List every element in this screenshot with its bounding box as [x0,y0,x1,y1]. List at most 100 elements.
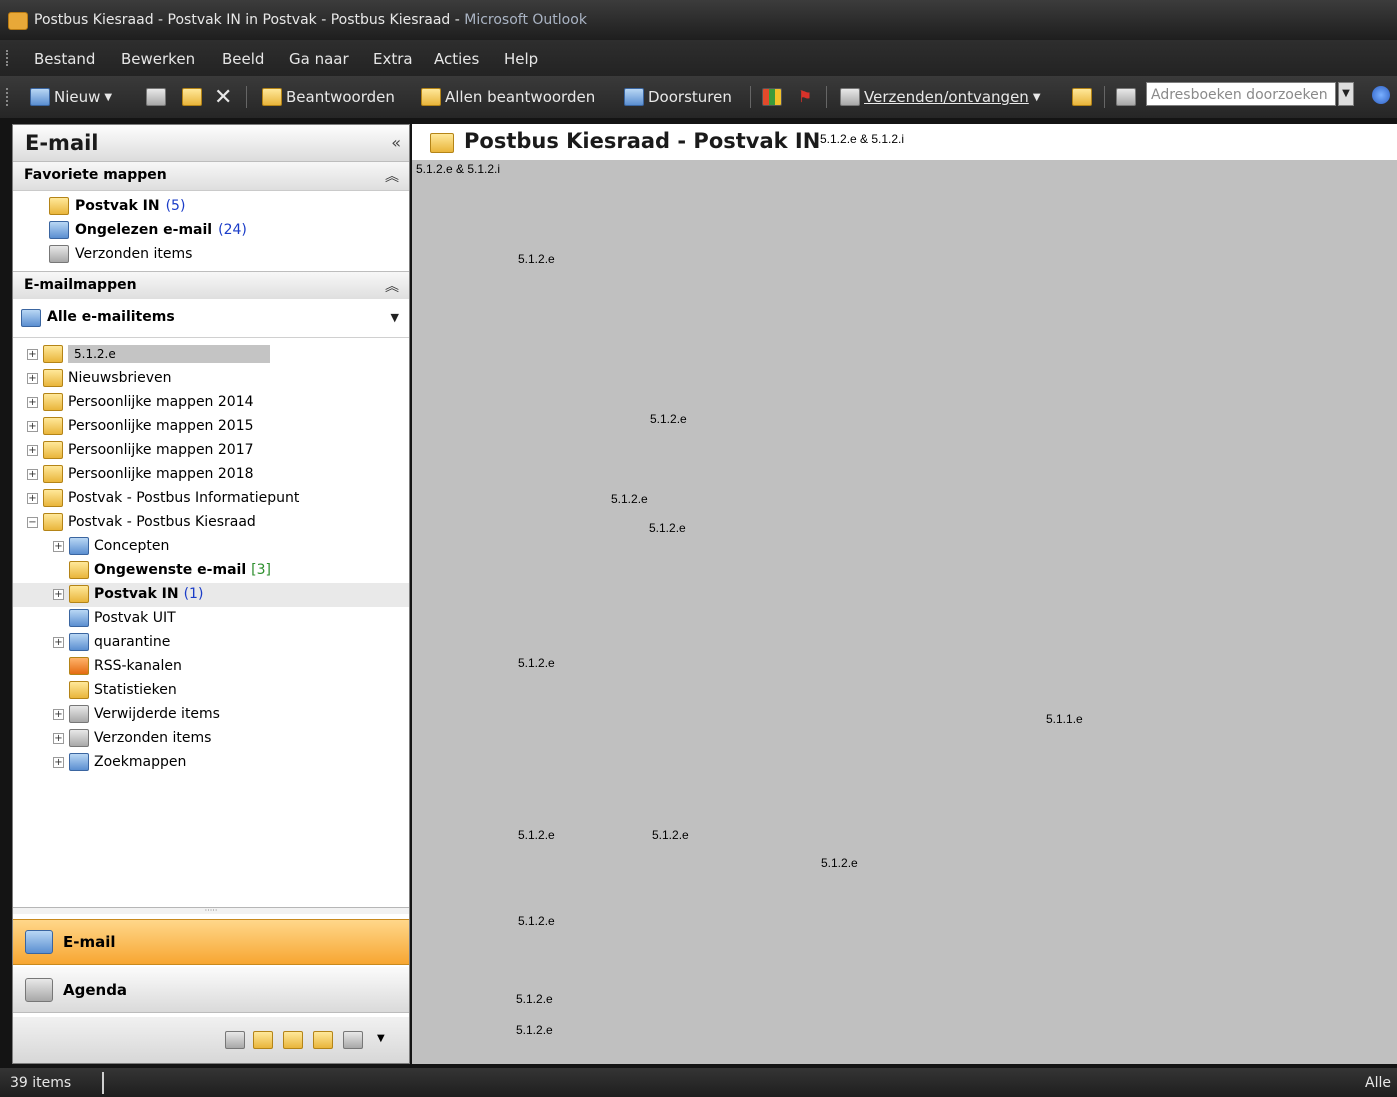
nav-button-agenda[interactable]: Agenda [13,967,409,1013]
reply-button[interactable]: Beantwoorden [262,84,395,110]
chevron-down-icon[interactable]: ▼ [104,92,112,103]
tree-folder-selected[interactable]: + Postvak IN (1) [53,583,203,605]
menu-bewerken[interactable]: Bewerken [121,50,195,68]
favorites-header[interactable]: Favoriete mappen ︽ [13,161,409,191]
move-to-folder-icon [182,88,202,106]
redaction-label: 5.1.2.e [649,521,686,535]
chevron-down-icon[interactable]: ▼ [391,311,399,324]
tree-folder[interactable]: + Persoonlijke mappen 2015 [27,415,254,437]
new-button[interactable]: Nieuw ▼ [30,84,112,110]
chevron-up-icon[interactable]: ︽ [385,276,399,296]
menu-bar: Bestand Bewerken Beeld Ga naar Extra Act… [0,40,1397,76]
pst-folder-icon [43,441,63,459]
expand-icon[interactable]: + [27,492,38,504]
redaction-label: 5.1.2.e [518,828,555,842]
menu-extra[interactable]: Extra [373,50,413,68]
toolbar-separator [246,86,247,108]
move-button[interactable] [182,84,202,110]
menu-bestand[interactable]: Bestand [34,50,95,68]
expand-icon[interactable]: + [27,468,38,480]
redaction-label: 5.1.1.e [1046,712,1083,726]
tree-folder[interactable]: + Verzonden items [53,727,211,749]
address-book-search-input[interactable]: Adresboeken doorzoeken [1146,82,1336,106]
print-icon [146,88,166,106]
expand-icon[interactable]: + [53,708,64,720]
contacts-icon[interactable] [225,1031,245,1049]
nav-button-email[interactable]: E-mail [13,919,409,965]
menu-grip[interactable] [6,50,11,66]
tree-folder[interactable]: RSS-kanalen [53,655,182,677]
collapse-icon[interactable]: − [27,516,38,528]
address-book-button[interactable] [1116,84,1136,110]
forward-button[interactable]: Doorsturen [624,84,732,110]
tree-folder[interactable]: + quarantine [53,631,170,653]
tasks-icon[interactable] [253,1031,273,1049]
shortcuts-icon[interactable] [343,1031,363,1049]
delete-button[interactable]: ✕ [214,84,232,110]
send-receive-button[interactable]: Verzenden/ontvangen ▼ [840,84,1041,110]
folder-list-icon[interactable] [313,1031,333,1049]
collapse-pane-icon[interactable]: « [391,133,401,152]
tree-folder[interactable]: + Concepten [53,535,169,557]
tree-folder[interactable]: Ongewenste e-mail [3] [53,559,271,581]
favorite-verzonden-items[interactable]: Verzonden items [49,243,192,265]
chevron-up-icon[interactable]: ︽ [385,166,399,186]
expand-icon[interactable]: + [53,588,64,600]
categorize-button[interactable] [762,84,782,110]
toolbar-grip[interactable] [6,88,11,106]
expand-icon[interactable]: + [27,396,38,408]
sent-items-icon [49,245,69,263]
pst-folder-icon [43,465,63,483]
new-mail-icon [30,88,50,106]
tree-folder[interactable]: + Zoekmappen [53,751,186,773]
tree-folder[interactable]: + Nieuwsbrieven [27,367,172,389]
send-receive-icon [840,88,860,106]
tree-folder[interactable]: + 5.1.2.e [27,343,270,365]
favorite-ongelezen-email[interactable]: Ongelezen e-mail (24) [49,219,247,241]
expand-icon[interactable]: + [53,756,64,768]
expand-icon[interactable]: + [53,732,64,744]
menu-acties[interactable]: Acties [434,50,479,68]
pst-folder-icon [43,369,63,387]
chevron-down-icon[interactable]: ▼ [1033,92,1041,103]
help-icon[interactable] [1372,86,1390,104]
mail-folders-header[interactable]: E-mailmappen ︽ [13,271,409,301]
follow-up-button[interactable]: ⚑ [796,84,814,110]
expand-icon[interactable]: + [27,372,38,384]
redaction-label: 5.1.2.e [652,828,689,842]
redaction-label: 5.1.2.e [611,492,648,506]
print-button[interactable] [146,84,166,110]
expand-icon[interactable]: + [27,348,38,360]
search-folder-button[interactable] [1072,84,1092,110]
status-separator [102,1072,104,1094]
folder-search-icon [1072,88,1092,106]
expand-icon[interactable]: + [27,444,38,456]
outbox-icon [69,609,89,627]
tree-folder[interactable]: + Persoonlijke mappen 2018 [27,463,254,485]
window-title: Postbus Kiesraad - Postvak IN in Postvak… [34,12,587,28]
tree-folder[interactable]: − Postvak - Postbus Kiesraad [27,511,256,533]
all-mail-items-selector[interactable]: Alle e-mailitems ▼ [13,299,409,338]
menu-help[interactable]: Help [504,50,538,68]
expand-icon[interactable]: + [53,540,64,552]
favorite-postvak-in[interactable]: Postvak IN (5) [49,195,185,217]
inbox-folder-icon [49,197,69,215]
reply-all-button[interactable]: Allen beantwoorden [421,84,595,110]
menu-ga-naar[interactable]: Ga naar [289,50,349,68]
chevron-down-icon[interactable]: ▼ [1338,82,1354,106]
expand-icon[interactable]: + [27,420,38,432]
notes-icon[interactable] [283,1031,303,1049]
tree-folder[interactable]: + Persoonlijke mappen 2017 [27,439,254,461]
menu-beeld[interactable]: Beeld [222,50,264,68]
tree-folder[interactable]: Statistieken [53,679,177,701]
tree-folder[interactable]: + Persoonlijke mappen 2014 [27,391,254,413]
pane-splitter[interactable]: ····· [13,907,409,915]
chevron-down-icon[interactable]: ▼ [377,1033,385,1044]
tree-folder[interactable]: Postvak UIT [53,607,176,629]
flag-icon: ⚑ [797,87,813,106]
tree-folder[interactable]: + Postvak - Postbus Informatiepunt [27,487,299,509]
expand-icon[interactable]: + [53,636,64,648]
mailbox-icon [43,513,63,531]
tree-folder[interactable]: + Verwijderde items [53,703,220,725]
